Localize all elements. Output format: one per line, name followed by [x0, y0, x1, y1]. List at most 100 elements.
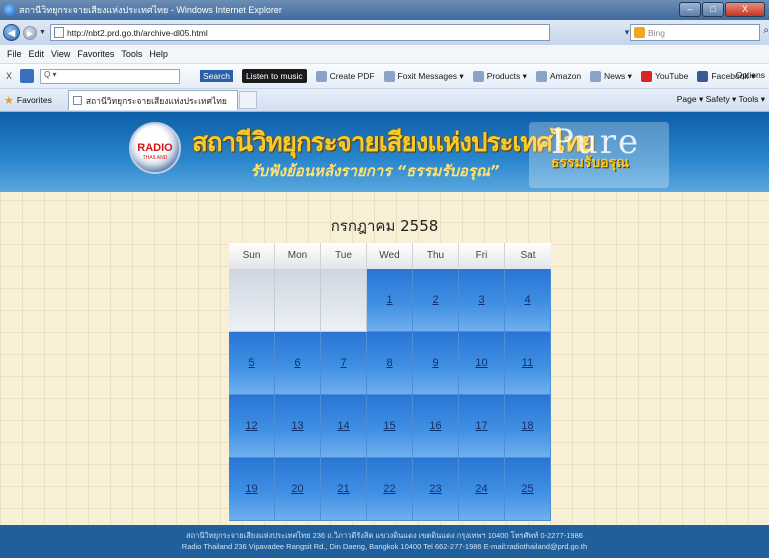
calendar-day-link[interactable]: 5: [229, 332, 275, 395]
weekday-mon: Mon: [275, 243, 321, 269]
menu-view[interactable]: View: [51, 49, 70, 59]
window-controls: – □ X: [678, 2, 765, 17]
browser-tab[interactable]: สถานีวิทยุกระจายเสียงแห่งประเทศไทย: [67, 90, 238, 110]
foxit-messages-button[interactable]: Foxit Messages ▾: [383, 70, 464, 82]
foxit-messages-label: Foxit Messages ▾: [397, 70, 464, 81]
calendar-month-title: กรกฎาคม 2558: [330, 217, 439, 235]
radio-thailand-logo[interactable]: RADIO THAILAND: [129, 122, 181, 174]
create-pdf-button[interactable]: Create PDF: [315, 70, 375, 82]
calendar-day-link[interactable]: 19: [229, 458, 275, 521]
calendar-day-link[interactable]: 8: [367, 332, 413, 395]
calendar-day-link[interactable]: 18: [505, 395, 551, 458]
address-bar[interactable]: http://nbt2.prd.go.th/archive-dl05.html …: [49, 24, 674, 41]
products-icon: [472, 70, 484, 82]
tab-title: สถานีวิทยุกระจายเสียงแห่งประเทศไทย: [85, 95, 227, 106]
toolbar-logo-icon[interactable]: [20, 69, 35, 83]
weekday-wed: Wed: [367, 243, 413, 269]
menu-bar: File Edit View Favorites Tools Help: [0, 45, 769, 64]
calendar-day-link[interactable]: 22: [367, 458, 413, 521]
station-name: สถานีวิทยุกระจายเสียงแห่งประเทศไทย: [192, 128, 595, 158]
menu-file[interactable]: File: [7, 49, 22, 59]
calendar-day-link[interactable]: 15: [367, 395, 413, 458]
calendar-week: 1 2 3 4: [229, 269, 551, 332]
calendar-day-link[interactable]: 16: [413, 395, 459, 458]
products-label: Products ▾: [486, 70, 527, 81]
back-button[interactable]: ◀: [3, 24, 20, 41]
weekday-sat: Sat: [505, 243, 551, 269]
search-placeholder[interactable]: Bing: [648, 28, 665, 38]
logo-subtext: THAILAND: [142, 155, 168, 161]
calendar-day-link[interactable]: 14: [321, 395, 367, 458]
minimize-button[interactable]: –: [679, 2, 701, 17]
ie-icon: [4, 4, 16, 16]
favorites-button[interactable]: Favorites: [17, 95, 52, 105]
forward-button[interactable]: ▶: [23, 25, 37, 40]
address-row: ◀ ▶ ▼ http://nbt2.prd.go.th/archive-dl05…: [0, 20, 769, 45]
pdf-icon: [315, 70, 327, 82]
window-title: สถานีวิทยุกระจายเสียงแห่งประเทศไทย - Win…: [19, 5, 282, 15]
youtube-button[interactable]: YouTube: [640, 70, 688, 82]
calendar-day-link[interactable]: 4: [505, 269, 551, 332]
toolbar-search-button[interactable]: Search: [200, 70, 233, 82]
calendar-day-link[interactable]: 7: [321, 332, 367, 395]
calendar-day-link[interactable]: 12: [229, 395, 275, 458]
weekday-sun: Sun: [229, 243, 275, 269]
youtube-icon: [640, 70, 652, 82]
toolbar-close-button[interactable]: X: [6, 71, 12, 81]
history-dropdown-icon[interactable]: ▼: [39, 29, 46, 36]
calendar-empty-cell: [275, 269, 321, 332]
news-icon: [590, 70, 602, 82]
menu-favorites[interactable]: Favorites: [77, 49, 114, 59]
calendar: Sun Mon Tue Wed Thu Fri Sat 1 2 3 4 5 6 …: [229, 243, 551, 521]
weekday-thu: Thu: [413, 243, 459, 269]
tab-page-icon: [72, 96, 82, 105]
calendar-day-link[interactable]: 6: [275, 332, 321, 395]
calendar-day-link[interactable]: 17: [459, 395, 505, 458]
news-button[interactable]: News ▾: [590, 70, 632, 82]
calendar-day-link[interactable]: 2: [413, 269, 459, 332]
site-footer: สถานีวิทยุกระจายเสียงแห่งประเทศไทย 236 ถ…: [0, 525, 769, 558]
calendar-week: 12 13 14 15 16 17 18: [229, 395, 551, 458]
calendar-empty-cell: [229, 269, 275, 332]
page-icon: [53, 27, 64, 38]
footer-english-address: Radio Thailand 236 Vipavadee Rangsit Rd.…: [181, 542, 588, 551]
web-page: RADIO THAILAND สถานีวิทยุกระจายเสียงแห่ง…: [0, 112, 769, 558]
calendar-day-link[interactable]: 20: [275, 458, 321, 521]
create-pdf-label: Create PDF: [329, 71, 375, 81]
calendar-week: 5 6 7 8 9 10 11: [229, 332, 551, 395]
site-banner: RADIO THAILAND สถานีวิทยุกระจายเสียงแห่ง…: [0, 112, 769, 192]
calendar-day-link[interactable]: 23: [413, 458, 459, 521]
options-button[interactable]: Options: [736, 70, 765, 80]
favorites-bar: ★ Favorites สถานีวิทยุกระจายเสียงแห่งประ…: [0, 89, 769, 112]
amazon-button[interactable]: Amazon: [535, 70, 581, 82]
pure-program-logo: Pure ธรรมรับอรุณ: [529, 122, 669, 188]
calendar-day-link[interactable]: 9: [413, 332, 459, 395]
search-icon[interactable]: ⌕: [763, 25, 769, 36]
calendar-day-link[interactable]: 21: [321, 458, 367, 521]
calendar-day-link[interactable]: 1: [367, 269, 413, 332]
bing-icon: [634, 27, 645, 38]
close-window-button[interactable]: X: [725, 2, 765, 17]
search-box[interactable]: Bing ⌕: [630, 24, 769, 41]
new-tab-button[interactable]: [238, 91, 257, 109]
address-dropdown-icon[interactable]: ▾: [625, 27, 630, 38]
listen-to-music-button[interactable]: Listen to music: [241, 69, 307, 83]
menu-tools[interactable]: Tools: [121, 49, 142, 59]
calendar-day-link[interactable]: 11: [505, 332, 551, 395]
products-button[interactable]: Products ▾: [472, 70, 527, 82]
favorites-star-icon[interactable]: ★: [4, 94, 14, 107]
calendar-day-link[interactable]: 25: [505, 458, 551, 521]
facebook-icon: [697, 70, 709, 82]
maximize-button[interactable]: □: [702, 2, 724, 17]
calendar-day-link[interactable]: 10: [459, 332, 505, 395]
calendar-day-link[interactable]: 3: [459, 269, 505, 332]
calendar-day-link[interactable]: 24: [459, 458, 505, 521]
calendar-day-link[interactable]: 13: [275, 395, 321, 458]
toolbar-search-input[interactable]: Q ▾: [40, 68, 181, 84]
url-text[interactable]: http://nbt2.prd.go.th/archive-dl05.html: [67, 28, 208, 38]
weekday-fri: Fri: [459, 243, 505, 269]
menu-edit[interactable]: Edit: [29, 49, 45, 59]
news-label: News ▾: [604, 70, 632, 81]
menu-help[interactable]: Help: [149, 49, 168, 59]
command-bar[interactable]: Page ▾ Safety ▾ Tools ▾: [677, 94, 765, 105]
